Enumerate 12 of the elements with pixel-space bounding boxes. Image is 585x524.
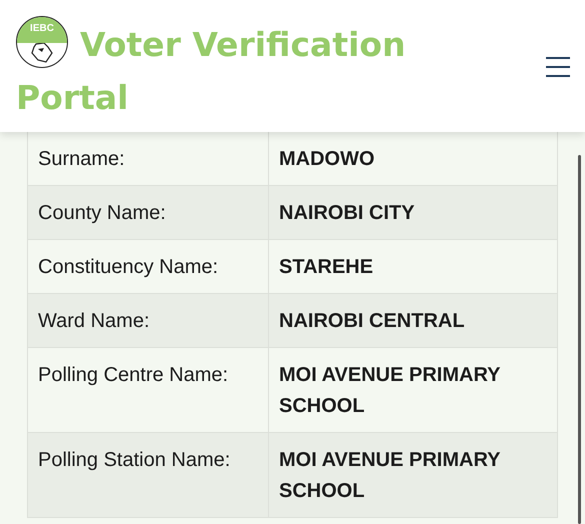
field-label: Constituency Name:	[28, 240, 269, 294]
field-label: Ward Name:	[28, 294, 269, 348]
field-label: County Name:	[28, 186, 269, 240]
menu-button[interactable]	[545, 56, 571, 78]
field-label: Polling Centre Name:	[28, 348, 269, 433]
field-label: Polling Station Name:	[28, 433, 269, 518]
field-label: Surname:	[28, 132, 269, 186]
field-value: NAIROBI CENTRAL	[269, 294, 557, 348]
commission-logo: IEBC	[16, 16, 68, 68]
scrollbar[interactable]	[578, 155, 581, 524]
field-value: NAIROBI CITY	[269, 186, 557, 240]
field-value: MOI AVENUE PRIMARY SCHOOL	[269, 433, 557, 518]
